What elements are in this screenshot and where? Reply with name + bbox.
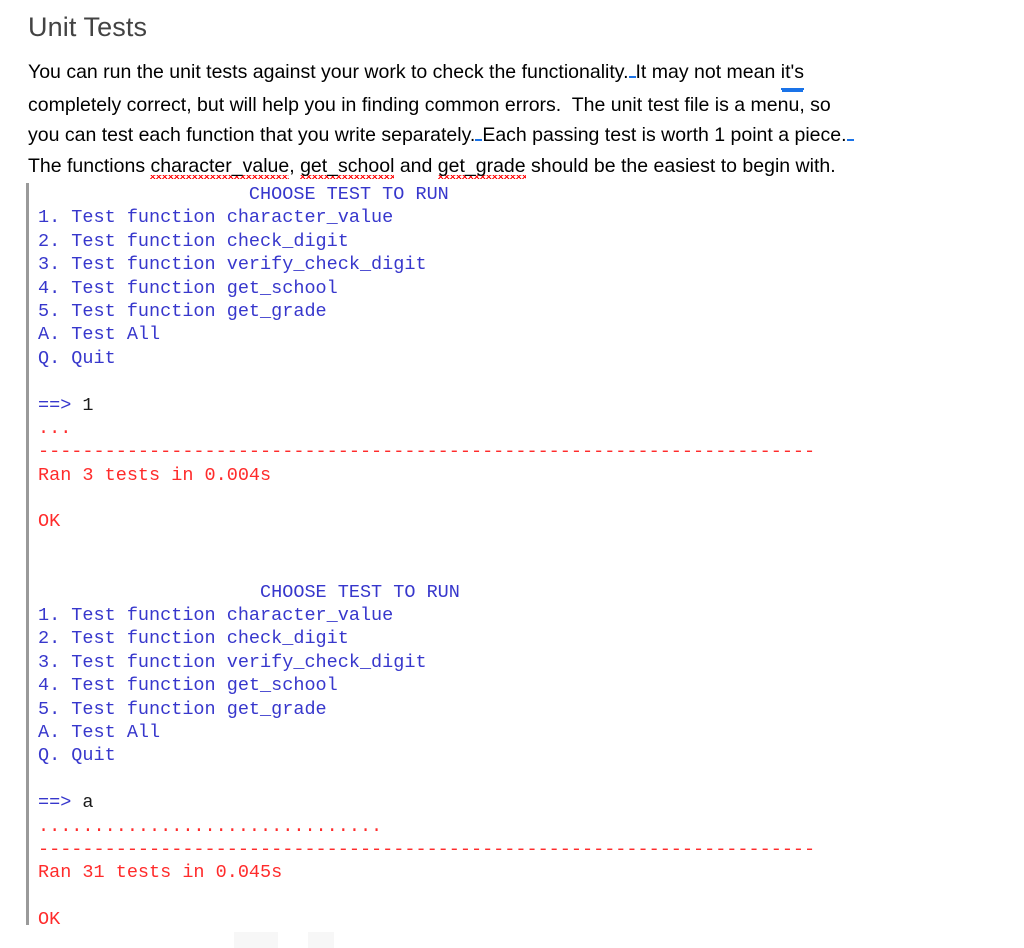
menu-item-1-a[interactable]: A. Test All (38, 323, 986, 346)
test-summary-2: Ran 31 tests in 0.045s (38, 862, 283, 884)
paragraph-segment-9: should be the easiest to begin with. (525, 154, 836, 177)
menu-item-1-2[interactable]: 2. Test function check_digit (38, 230, 986, 253)
spelling-error-character-value[interactable]: character_value (150, 154, 290, 180)
prompt-line-2[interactable]: ==> a (38, 791, 986, 814)
prompt-input-2: a (82, 792, 94, 814)
test-result-1: OK (38, 511, 61, 533)
menu-item-1-4[interactable]: 4. Test function get_school (38, 277, 986, 300)
test-summary-1: Ran 3 tests in 0.004s (38, 464, 272, 486)
paragraph-segment-6: The functions (28, 154, 146, 177)
menu-item-1-1[interactable]: 1. Test function character_value (38, 206, 986, 229)
menu-item-1-3[interactable]: 3. Test function verify_check_digit (38, 253, 986, 276)
test-result-2: OK (38, 909, 61, 931)
spelling-error-get-grade[interactable]: get_grade (437, 154, 526, 180)
menu-item-2-5[interactable]: 5. Test function get_grade (38, 698, 986, 721)
paragraph-segment-2: It may not mean (635, 61, 781, 84)
menu-item-1-q[interactable]: Q. Quit (38, 347, 986, 370)
menu-item-2-a[interactable]: A. Test All (38, 721, 986, 744)
page-title: Unit Tests (28, 12, 148, 42)
intro-paragraph: You can run the unit tests against your … (28, 57, 1000, 181)
prompt-arrow-2: ==> (38, 792, 83, 814)
menu-item-1-5[interactable]: 5. Test function get_grade (38, 300, 986, 323)
menu-header-1: CHOOSE TEST TO RUN (38, 184, 449, 205)
menu-header-2: CHOOSE TEST TO RUN (38, 581, 460, 603)
separator-line-1: ----------------------------------------… (38, 441, 816, 463)
terminal-output-block: CHOOSE TEST TO RUN 1. Test function char… (26, 183, 986, 930)
menu-item-2-1[interactable]: 1. Test function character_value (38, 604, 986, 627)
menu-item-2-q[interactable]: Q. Quit (38, 744, 986, 767)
prompt-input-1: 1 (82, 394, 94, 416)
test-progress-dots-2: ............................... (38, 815, 383, 837)
document-body: Unit Tests You can run the unit tests ag… (28, 12, 1000, 181)
menu-item-2-3[interactable]: 3. Test function verify_check_digit (38, 651, 986, 674)
grammar-suggestion-space-1[interactable] (628, 76, 636, 79)
spelling-error-get-school[interactable]: get_school (300, 154, 395, 180)
paragraph-segment-1: You can run the unit tests against your … (28, 61, 629, 84)
menu-item-2-4[interactable]: 4. Test function get_school (38, 674, 986, 697)
page-bottom-artifact (308, 932, 334, 948)
test-progress-dots-1: ... (38, 417, 72, 439)
separator-line-2: ----------------------------------------… (38, 838, 816, 860)
prompt-line-1[interactable]: ==> 1 (38, 394, 986, 417)
menu-item-2-2[interactable]: 2. Test function check_digit (38, 627, 986, 650)
page-bottom-artifact (234, 932, 278, 948)
grammar-suggestion-its[interactable]: it's (780, 57, 804, 90)
paragraph-segment-5: Each passing test is worth 1 point a pie… (482, 124, 847, 147)
paragraph-segment-7: , (289, 154, 301, 177)
grammar-suggestion-space-3[interactable] (846, 139, 854, 142)
paragraph-segment-8: and (394, 154, 438, 177)
prompt-arrow-1: ==> (38, 394, 83, 416)
